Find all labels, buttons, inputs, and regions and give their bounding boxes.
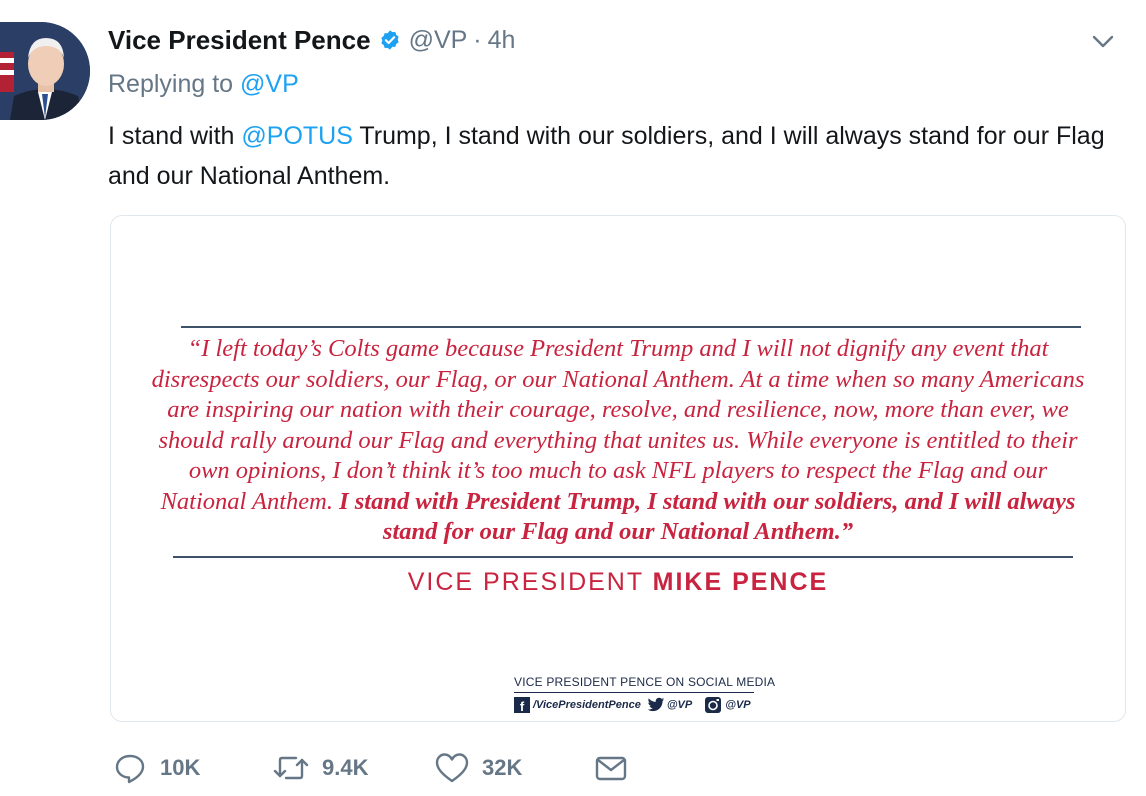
twitter-bird-icon — [647, 697, 665, 712]
tweet-text: I stand with @POTUS Trump, I stand with … — [108, 116, 1128, 196]
tweet-timestamp[interactable]: 4h — [488, 26, 516, 55]
twitter-handle: @VP — [666, 699, 693, 711]
chevron-down-icon[interactable] — [1090, 28, 1116, 54]
tweet-actions: 10K 9.4K 32K — [112, 748, 1112, 788]
social-media-row: f /VicePresidentPence @VP @VP — [514, 696, 751, 714]
retweet-icon — [273, 756, 309, 780]
social-rule — [514, 692, 754, 693]
quote-text: “I left today’s Colts game because Presi… — [151, 334, 1085, 548]
signature: VICE PRESIDENT MIKE PENCE — [111, 568, 1125, 597]
tweet-text-start: I stand with — [108, 122, 242, 150]
instagram-icon — [705, 697, 722, 713]
avatar[interactable] — [0, 22, 90, 120]
facebook-handle: /VicePresidentPence — [533, 699, 641, 711]
author-handle[interactable]: @VP — [409, 26, 468, 55]
like-button[interactable]: 32K — [434, 748, 522, 788]
replying-to: Replying to @VP — [108, 70, 299, 99]
top-rule — [181, 326, 1081, 328]
instagram-handle: @VP — [725, 699, 751, 711]
bottom-rule — [173, 556, 1073, 558]
social-media-title: VICE PRESIDENT PENCE ON SOCIAL MEDIA — [514, 675, 776, 689]
signature-title: VICE PRESIDENT — [407, 568, 644, 596]
signature-name: MIKE PENCE — [652, 568, 829, 596]
media-card[interactable]: “I left today’s Colts game because Presi… — [110, 215, 1126, 722]
envelope-icon — [595, 756, 627, 781]
tweet-header: Vice President Pence @VP · 4h — [108, 22, 515, 58]
verified-badge-icon — [380, 30, 399, 50]
potus-mention-link[interactable]: @POTUS — [241, 122, 353, 150]
reply-button[interactable]: 10K — [112, 748, 200, 788]
heart-icon — [435, 753, 469, 783]
like-count: 32K — [482, 755, 523, 780]
profile-photo-icon — [0, 22, 90, 120]
quote-bold: I stand with President Trump, I stand wi… — [339, 487, 1076, 546]
retweet-button[interactable]: 9.4K — [272, 748, 368, 788]
reply-icon — [115, 754, 145, 784]
reply-mention-link[interactable]: @VP — [240, 70, 299, 98]
author-name[interactable]: Vice President Pence — [108, 25, 371, 56]
reply-count: 10K — [160, 755, 201, 780]
replying-prefix: Replying to — [108, 70, 234, 98]
retweet-count: 9.4K — [322, 755, 369, 780]
facebook-icon: f — [514, 697, 530, 713]
direct-message-button[interactable] — [594, 748, 628, 788]
separator-dot: · — [473, 25, 482, 54]
